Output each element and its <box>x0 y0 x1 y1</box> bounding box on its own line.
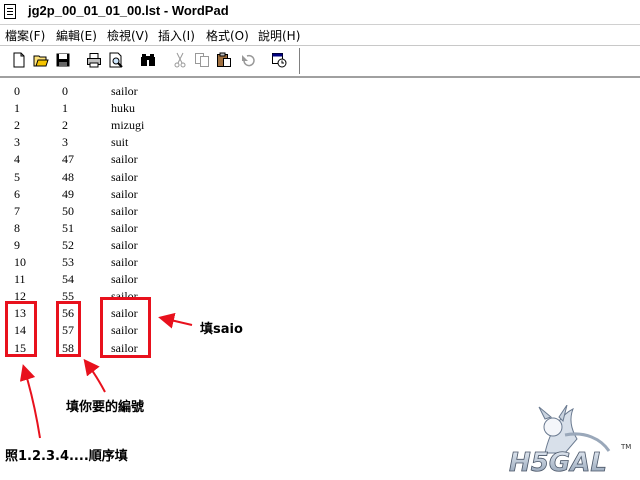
svg-text:H5GAL: H5GAL <box>509 448 607 477</box>
annotation-fill-saio: 填saio <box>200 322 243 337</box>
arrow-to-index-box <box>19 364 41 439</box>
svg-text:TM: TM <box>620 443 631 451</box>
arrow-to-name-box <box>158 312 193 329</box>
annotation-fill-order: 照1.2.3.4....順序填 <box>5 449 128 464</box>
annotation-fill-number: 填你要的編號 <box>66 400 145 415</box>
arrow-to-id-box <box>83 358 106 393</box>
h5gal-logo: H5GAL TM <box>509 405 631 477</box>
